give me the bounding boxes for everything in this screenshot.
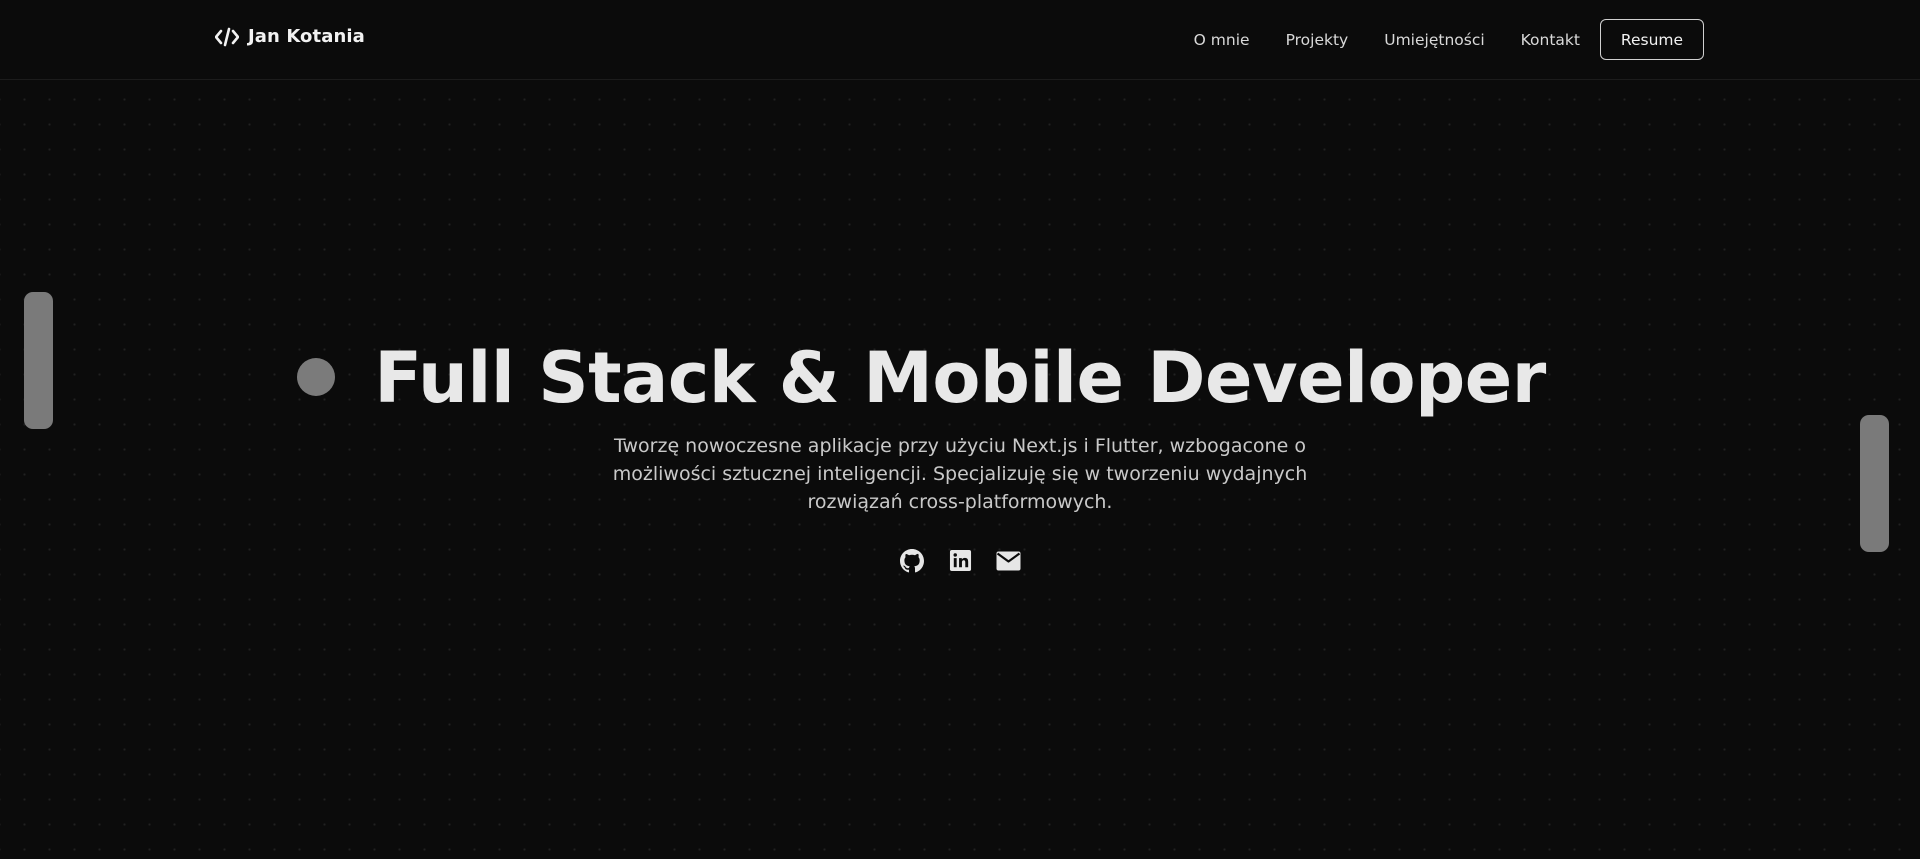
resume-button[interactable]: Resume [1600,19,1704,60]
github-link[interactable] [900,548,925,573]
hero-section: Full Stack & Mobile Developer Tworzę now… [0,330,1920,516]
page: Jan Kotania O mnie Projekty Umiejętności… [0,0,1920,859]
mail-icon [996,551,1021,571]
nav-link-about[interactable]: O mnie [1194,31,1250,49]
email-link[interactable] [996,548,1021,573]
social-links [0,548,1920,573]
code-icon [215,27,239,47]
nav-link-contact[interactable]: Kontakt [1521,31,1580,49]
hero-subtitle: Tworzę nowoczesne aplikacje przy użyciu … [612,435,1308,513]
linkedin-icon [949,549,972,572]
site-header: Jan Kotania O mnie Projekty Umiejętności… [0,0,1920,80]
linkedin-link[interactable] [948,548,973,573]
hero-title: Full Stack & Mobile Developer [374,337,1546,419]
nav-link-projects[interactable]: Projekty [1286,31,1349,49]
github-icon [900,548,924,573]
nav-link-skills[interactable]: Umiejętności [1384,31,1484,49]
main-nav: O mnie Projekty Umiejętności Kontakt Res… [1194,19,1704,60]
brand-logo-link[interactable]: Jan Kotania [215,26,365,47]
brand-name: Jan Kotania [248,26,365,47]
